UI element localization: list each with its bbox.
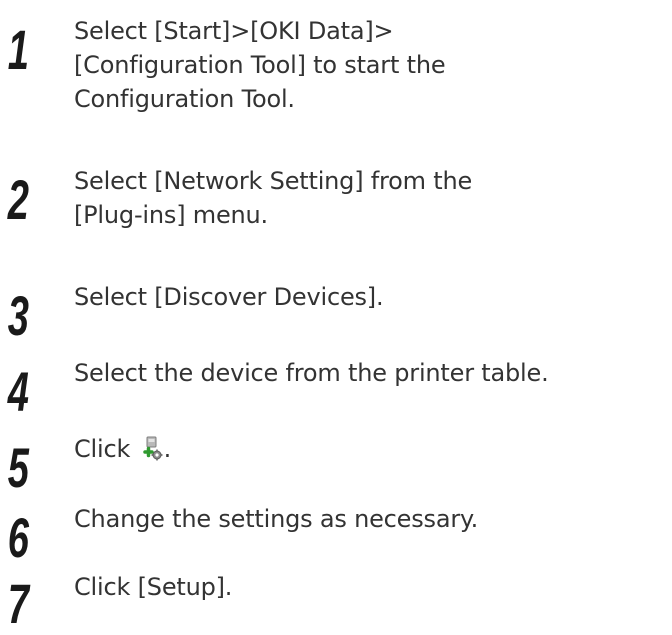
step-text: Click . [74,432,670,466]
device-settings-icon [142,436,164,462]
step-text-line: Select [Discover Devices]. [74,283,384,311]
step-text-line: Select [Start]>[OKI Data]> [74,17,394,45]
step-number: 1 [7,18,29,81]
step-text-after-icon: . [163,435,172,463]
step-text-line: Select the device from the printer table… [74,359,549,387]
step-text-line: [Plug-ins] menu. [74,201,268,229]
step-number: 5 [7,436,29,499]
step-text: Select the device from the printer table… [74,356,670,390]
step-text-line: Change the settings as necessary. [74,505,479,533]
step-text-line: Select [Network Setting] from the [74,167,473,195]
step-text: Select [Discover Devices]. [74,280,670,314]
step-text-line: Configuration Tool. [74,85,295,113]
step-text-line: Click [Setup]. [74,573,233,601]
step-text: Select [Network Setting] from the [Plug-… [74,164,670,232]
step-text: Select [Start]>[OKI Data]> [Configuratio… [74,14,670,116]
step-text: Click [Setup]. [74,570,670,604]
step-number: 4 [7,360,29,423]
step-text-before-icon: Click [74,435,138,463]
step-text: Change the settings as necessary. [74,502,670,536]
step-text-line: [Configuration Tool] to start the [74,51,446,79]
step-number: 7 [7,572,29,635]
step-number: 3 [7,284,29,347]
step-number: 6 [7,506,29,569]
step-number: 2 [7,168,29,231]
